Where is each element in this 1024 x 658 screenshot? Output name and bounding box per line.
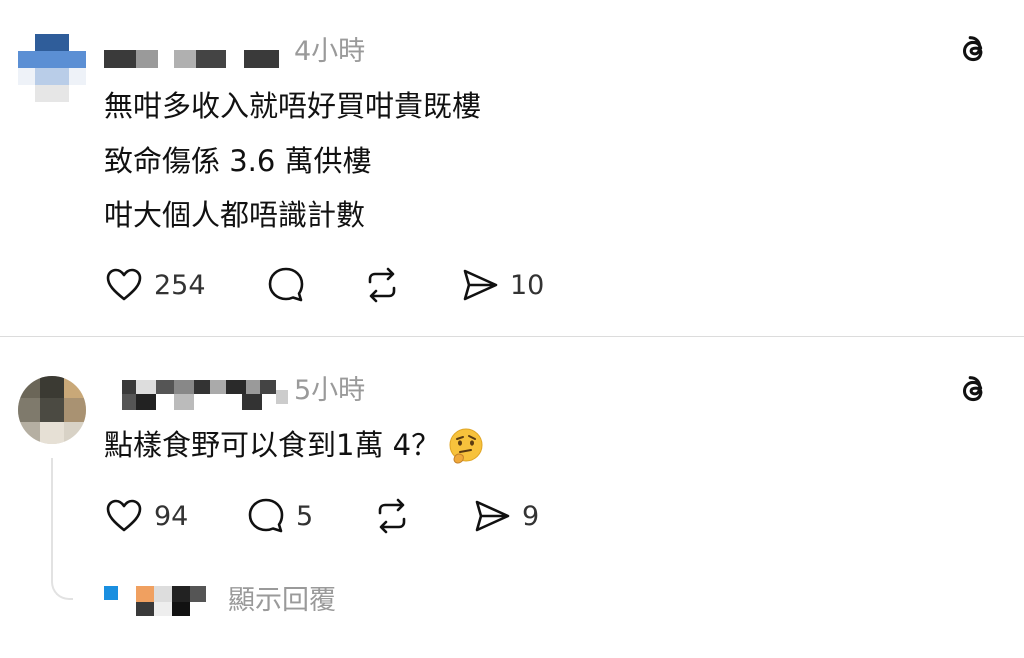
action-bar: 254 10 xyxy=(104,265,564,305)
like-button[interactable]: 94 xyxy=(104,496,188,536)
comment-icon xyxy=(248,498,284,533)
post-time: 4小時 xyxy=(294,36,366,67)
heart-icon xyxy=(106,499,142,532)
show-replies-link[interactable]: 顯示回覆 xyxy=(228,584,336,618)
comment-icon xyxy=(268,267,304,302)
username-masked[interactable] xyxy=(104,380,294,410)
share-count: 9 xyxy=(522,500,540,532)
send-icon xyxy=(463,269,498,301)
post-time: 5小時 xyxy=(294,375,366,406)
reply-count: 5 xyxy=(296,500,314,532)
comment-button[interactable]: 5 xyxy=(246,496,313,536)
repost-button[interactable] xyxy=(372,496,412,536)
repost-icon xyxy=(368,267,396,303)
divider xyxy=(0,336,1024,337)
threads-icon[interactable] xyxy=(955,372,993,410)
share-count: 10 xyxy=(510,269,545,301)
comment-button[interactable] xyxy=(266,265,306,305)
heart-icon xyxy=(106,268,142,301)
repost-icon xyxy=(378,498,406,534)
avatar[interactable] xyxy=(18,34,86,102)
like-count: 94 xyxy=(154,500,189,532)
thread-connector xyxy=(51,458,73,600)
action-bar: 94 5 9 xyxy=(104,496,564,536)
post-text-line: 無咁多收入就唔好買咁貴既樓 xyxy=(104,89,482,123)
post-text-line: 致命傷係 3.6 萬供樓 xyxy=(104,144,372,178)
like-count: 254 xyxy=(154,269,206,301)
share-button[interactable]: 10 xyxy=(460,265,544,305)
reply-avatars[interactable] xyxy=(104,586,208,618)
post-text: 點樣食野可以食到1萬 4？ xyxy=(104,428,441,462)
repost-button[interactable] xyxy=(362,265,402,305)
like-button[interactable]: 254 xyxy=(104,265,206,305)
avatar[interactable] xyxy=(18,376,86,444)
share-button[interactable]: 9 xyxy=(472,496,539,536)
username-masked[interactable] xyxy=(104,40,279,70)
threads-icon[interactable] xyxy=(955,32,993,70)
send-icon xyxy=(475,500,510,532)
thinking-face-emoji xyxy=(446,427,486,467)
post-text-line: 點樣食野可以食到1萬 4？ xyxy=(104,427,486,467)
post-text-line: 咁大個人都唔識計數 xyxy=(104,198,366,232)
